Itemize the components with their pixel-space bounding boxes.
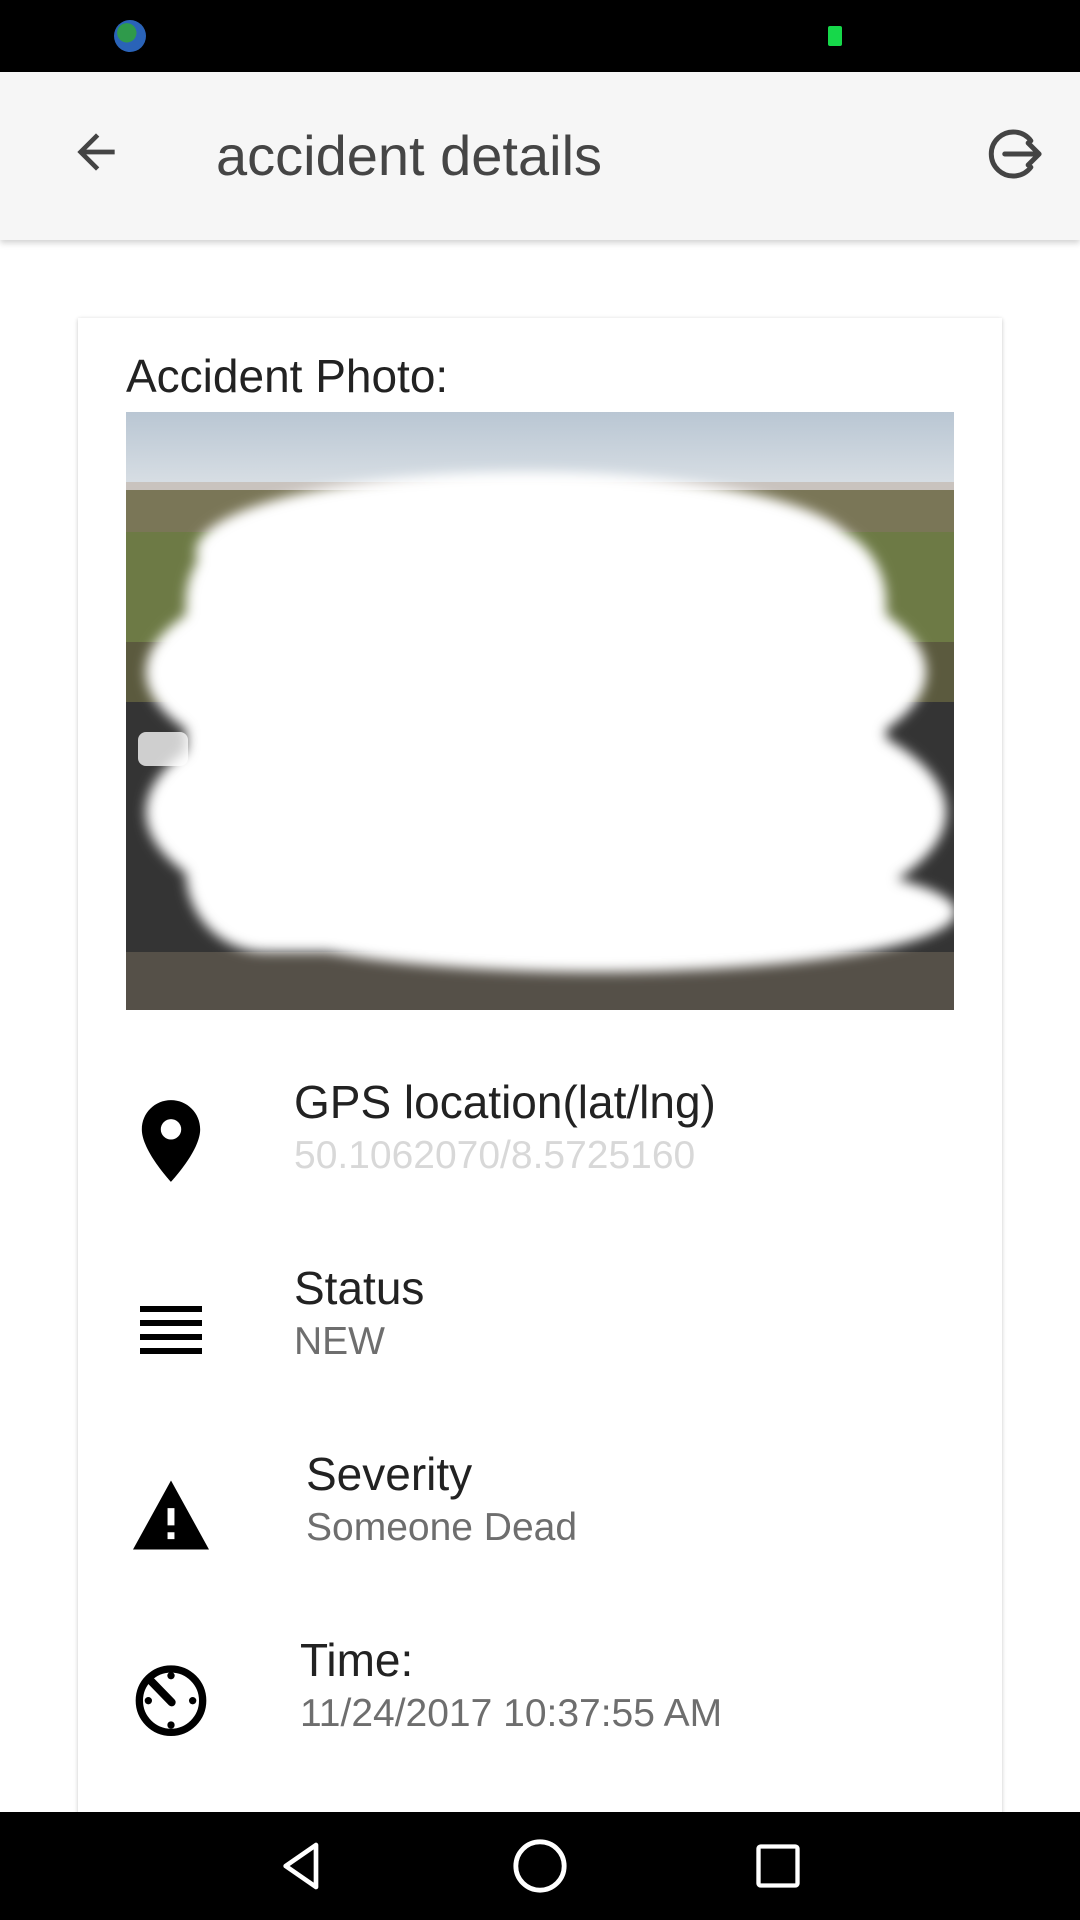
severity-row: Severity Someone Dead <box>78 1446 1002 1576</box>
time-row: Time: 11/24/2017 10:37:55 AM <box>78 1632 1002 1762</box>
accident-photo <box>126 412 954 1010</box>
warning-triangle-icon <box>126 1470 216 1560</box>
logout-button[interactable] <box>975 116 1051 192</box>
nav-back-button[interactable] <box>270 1834 334 1898</box>
circle-home-icon <box>513 1839 567 1893</box>
severity-title: Severity <box>306 1448 473 1500</box>
location-pin-icon <box>126 1096 216 1186</box>
list-lines-icon <box>126 1286 216 1376</box>
logout-icon <box>988 129 1042 179</box>
arrow-back-icon <box>77 133 115 171</box>
system-nav-bar <box>0 1812 1080 1920</box>
square-recents-icon <box>756 1844 800 1888</box>
globe-icon <box>114 20 146 52</box>
status-value: NEW <box>294 1320 385 1363</box>
gps-title: GPS location(lat/lng) <box>294 1076 716 1128</box>
photo-label: Accident Photo: <box>126 350 449 402</box>
back-button[interactable] <box>58 114 134 190</box>
nav-home-button[interactable] <box>508 1834 572 1898</box>
page-title: accident details <box>216 124 603 187</box>
time-value: 11/24/2017 10:37:55 AM <box>300 1692 723 1735</box>
time-title: Time: <box>300 1634 414 1686</box>
accident-card: Accident Photo: GPS location(lat/lng) 50… <box>78 318 1002 1818</box>
gps-value: 50.1062070/8.5725160 <box>294 1134 696 1177</box>
status-title: Status <box>294 1262 425 1314</box>
app-bar: accident details <box>0 72 1080 240</box>
timer-icon <box>126 1654 216 1744</box>
triangle-back-icon <box>283 1842 319 1890</box>
severity-value: Someone Dead <box>306 1506 578 1549</box>
gps-row: GPS location(lat/lng) 50.1062070/8.57251… <box>78 1074 1002 1204</box>
status-bar <box>0 0 1080 72</box>
battery-icon <box>828 26 842 46</box>
status-row: Status NEW <box>78 1260 1002 1390</box>
nav-recents-button[interactable] <box>746 1834 810 1898</box>
